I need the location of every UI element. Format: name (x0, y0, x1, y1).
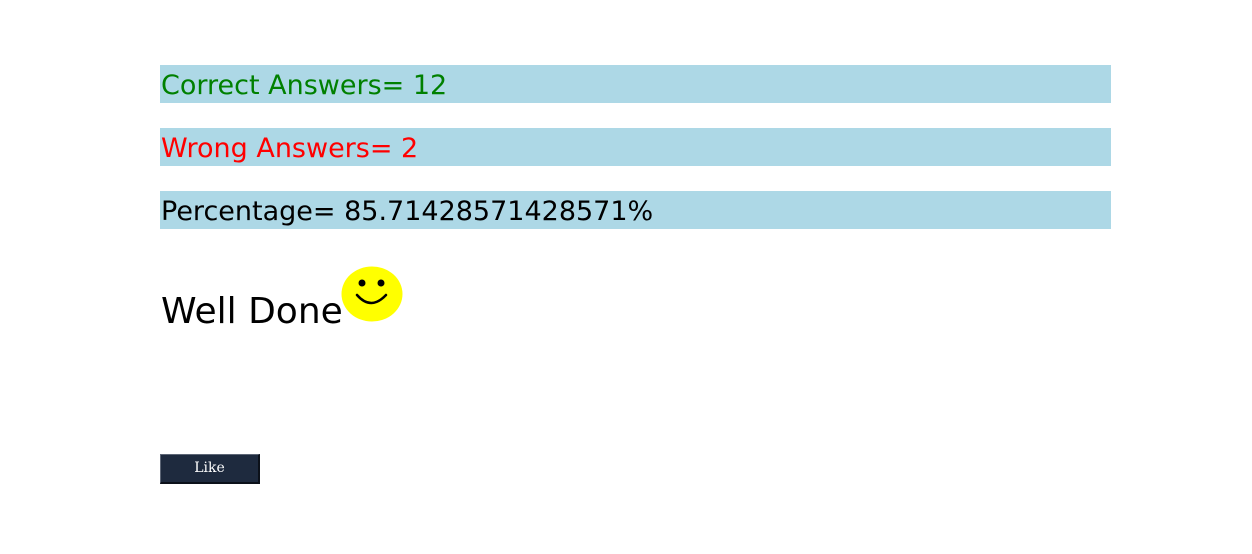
smiley-face-icon (341, 266, 403, 322)
well-done-message: Well Done (161, 291, 343, 332)
like-button[interactable]: Like (160, 454, 260, 484)
wrong-answers-bar: Wrong Answers= 2 (160, 128, 1111, 166)
correct-answers-bar: Correct Answers= 12 (160, 65, 1111, 103)
percentage-text: Percentage= 85.71428571428571% (161, 196, 654, 227)
wrong-answers-text: Wrong Answers= 2 (161, 133, 419, 164)
percentage-bar: Percentage= 85.71428571428571% (160, 191, 1111, 229)
correct-answers-text: Correct Answers= 12 (161, 70, 448, 101)
